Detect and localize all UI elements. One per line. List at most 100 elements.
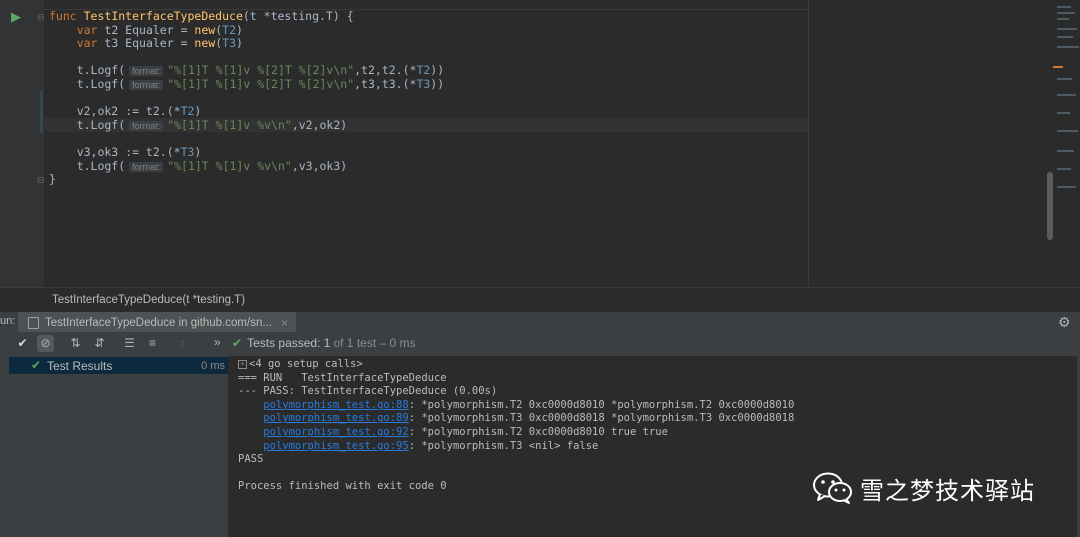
console-text: : *polymorphism.T3 <nil> false: [408, 439, 599, 452]
wechat-watermark: 雪之梦技术驿站: [812, 470, 1035, 506]
console-line: polymorphism_test.go:95: *polymorphism.T…: [238, 440, 794, 454]
code-editor[interactable]: ▶ ⊟ ⊟ func TestInterfaceTypeDeduce(t *te…: [0, 0, 1080, 287]
passed-check-icon: ✔: [31, 358, 42, 372]
code-line[interactable]: t.Logf(format: "%[1]T %[1]v %[2]T %[2]v\n…: [49, 64, 444, 78]
code-line[interactable]: [49, 92, 444, 106]
code-token: var: [76, 22, 105, 37]
code-line[interactable]: v2,ok2 := t2.(*T2): [49, 104, 444, 119]
change-marker: [40, 91, 43, 133]
code-line[interactable]: t.Logf(format: "%[1]T %[1]v %v\n",v2,ok2): [49, 117, 444, 133]
code-line[interactable]: [49, 132, 444, 146]
console-line: === RUN TestInterfaceTypeDeduce: [238, 372, 794, 386]
show-ignored-icon[interactable]: ⊘: [37, 335, 54, 352]
test-runner-toolbar: ✔ ⊘ ⇅ ⇵ ☰ ≡ ↑ » ✔ Tests passed: 1 of 1 t…: [0, 332, 1080, 357]
breadcrumb-item[interactable]: TestInterfaceTypeDeduce(t *testing.T): [52, 294, 245, 306]
code-token: TestInterfaceTypeDeduce: [83, 9, 243, 23]
code-lines[interactable]: func TestInterfaceTypeDeduce(t *testing.…: [49, 9, 444, 187]
code-token: t.Logf(: [49, 63, 126, 78]
code-token: T2: [180, 104, 195, 119]
test-results-tree: ✔ Test Results 0 ms: [9, 356, 228, 537]
fold-icon[interactable]: ⊟: [37, 12, 45, 23]
source-link[interactable]: polymorphism_test.go:95: [263, 440, 408, 452]
code-token: func: [49, 9, 84, 23]
code-line[interactable]: }: [49, 172, 444, 187]
code-token: t.Logf(: [49, 117, 126, 132]
expand-all-icon[interactable]: ☰: [121, 335, 138, 352]
code-token: new: [194, 36, 216, 51]
console-lines[interactable]: + <4 go setup calls> === RUN TestInterfac…: [238, 358, 794, 494]
code-token: "%[1]T %[1]v %v\n": [167, 117, 292, 132]
console-text: === RUN TestInterfaceTypeDeduce: [238, 371, 447, 384]
console-line: PASS: [238, 453, 794, 467]
console-text: PASS: [238, 453, 264, 466]
code-line[interactable]: v3,ok3 := t2.(*T3): [49, 144, 444, 160]
code-token: T2: [222, 22, 236, 37]
right-margin-guide: [808, 0, 809, 287]
tree-row-label: Test Results: [47, 359, 113, 373]
console-line: polymorphism_test.go:88: *polymorphism.T…: [238, 399, 794, 413]
go-setup-calls-fold[interactable]: + <4 go setup calls>: [238, 358, 794, 372]
error-stripe[interactable]: [1053, 0, 1080, 287]
more-actions-icon[interactable]: »: [214, 335, 221, 349]
sort-alphabetically-icon[interactable]: ⇅: [67, 335, 84, 352]
warning-marker[interactable]: [1053, 66, 1063, 68]
console-text: Process finished with exit code 0: [238, 480, 447, 493]
code-token: )): [430, 63, 445, 78]
status-count: 1: [323, 336, 331, 350]
breadcrumb: TestInterfaceTypeDeduce(t *testing.T): [0, 287, 1080, 312]
source-link[interactable]: polymorphism_test.go:92: [263, 426, 408, 438]
watermark-text: 雪之梦技术驿站: [860, 477, 1035, 505]
expand-fold-icon[interactable]: +: [238, 359, 247, 369]
code-token: T3: [222, 36, 236, 51]
show-passed-checkmark-icon[interactable]: ✔: [14, 335, 31, 352]
parameter-hint: format:: [129, 79, 164, 90]
test-status: ✔ Tests passed: 1 of 1 test – 0 ms: [232, 336, 416, 350]
code-line[interactable]: var t2 Equaler = new(T2): [49, 22, 444, 38]
code-token: T2: [416, 63, 431, 78]
console-text: : *polymorphism.T2 0xc0000d8010 true tru…: [408, 425, 668, 438]
fold-end-icon[interactable]: ⊟: [37, 175, 45, 186]
editor-scrollbar[interactable]: [1047, 172, 1053, 240]
previous-failed-arrow-icon[interactable]: ↑: [174, 335, 191, 352]
code-token: t.Logf(: [49, 76, 126, 91]
run-tab-title: TestInterfaceTypeDeduce in github.com/sn…: [45, 316, 272, 329]
collapse-all-icon[interactable]: ≡: [144, 335, 161, 352]
code-token: t2 Equaler =: [104, 22, 195, 37]
console-text: --- PASS: TestInterfaceTypeDeduce (0.00s…: [238, 385, 498, 398]
code-token: t3 Equaler =: [104, 36, 195, 51]
parameter-hint: format:: [129, 66, 164, 77]
console-text: : *polymorphism.T3 0xc0000d8018 *polymor…: [408, 412, 795, 425]
code-token: ): [194, 144, 202, 159]
code-token: T3: [180, 144, 195, 159]
run-config-tab[interactable]: TestInterfaceTypeDeduce in github.com/sn…: [18, 312, 296, 333]
status-prefix: Tests passed:: [247, 336, 321, 350]
editor-gutter: ▶ ⊟ ⊟: [0, 0, 45, 287]
gear-icon[interactable]: ⚙: [1058, 314, 1071, 331]
code-line[interactable]: [49, 51, 444, 65]
tree-row-test-results[interactable]: ✔ Test Results 0 ms: [9, 357, 228, 374]
code-token: (t *testing.T) {: [242, 9, 354, 23]
code-token: T3: [416, 76, 431, 91]
code-line[interactable]: t.Logf(format: "%[1]T %[1]v %[2]T %[2]v\n…: [49, 76, 444, 92]
run-test-icon[interactable]: ▶: [11, 9, 21, 25]
source-link[interactable]: polymorphism_test.go:88: [263, 399, 408, 411]
sort-by-duration-icon[interactable]: ⇵: [91, 335, 108, 352]
code-line[interactable]: func TestInterfaceTypeDeduce(t *testing.…: [49, 9, 444, 24]
code-line[interactable]: t.Logf(format: "%[1]T %[1]v %v\n",v3,ok3): [49, 158, 444, 174]
code-token: "%[1]T %[1]v %[2]T %[2]v\n": [167, 63, 355, 78]
code-token: v3,ok3 := t2.(*: [49, 144, 181, 159]
parameter-hint: format:: [129, 120, 164, 131]
code-line[interactable]: var t3 Equaler = new(T3): [49, 36, 444, 51]
code-token: ,v3,ok3): [291, 158, 348, 173]
code-token: ): [236, 22, 243, 37]
code-token: "%[1]T %[1]v %[2]T %[2]v\n": [167, 76, 355, 91]
close-icon[interactable]: ×: [281, 316, 288, 330]
source-link[interactable]: polymorphism_test.go:89: [263, 412, 408, 424]
test-console-output[interactable]: + <4 go setup calls> === RUN TestInterfac…: [228, 356, 1077, 537]
code-token: "%[1]T %[1]v %v\n": [167, 158, 292, 173]
check-icon: ✔: [232, 336, 243, 350]
console-line: --- PASS: TestInterfaceTypeDeduce (0.00s…: [238, 385, 794, 399]
parameter-hint: format:: [129, 161, 164, 172]
